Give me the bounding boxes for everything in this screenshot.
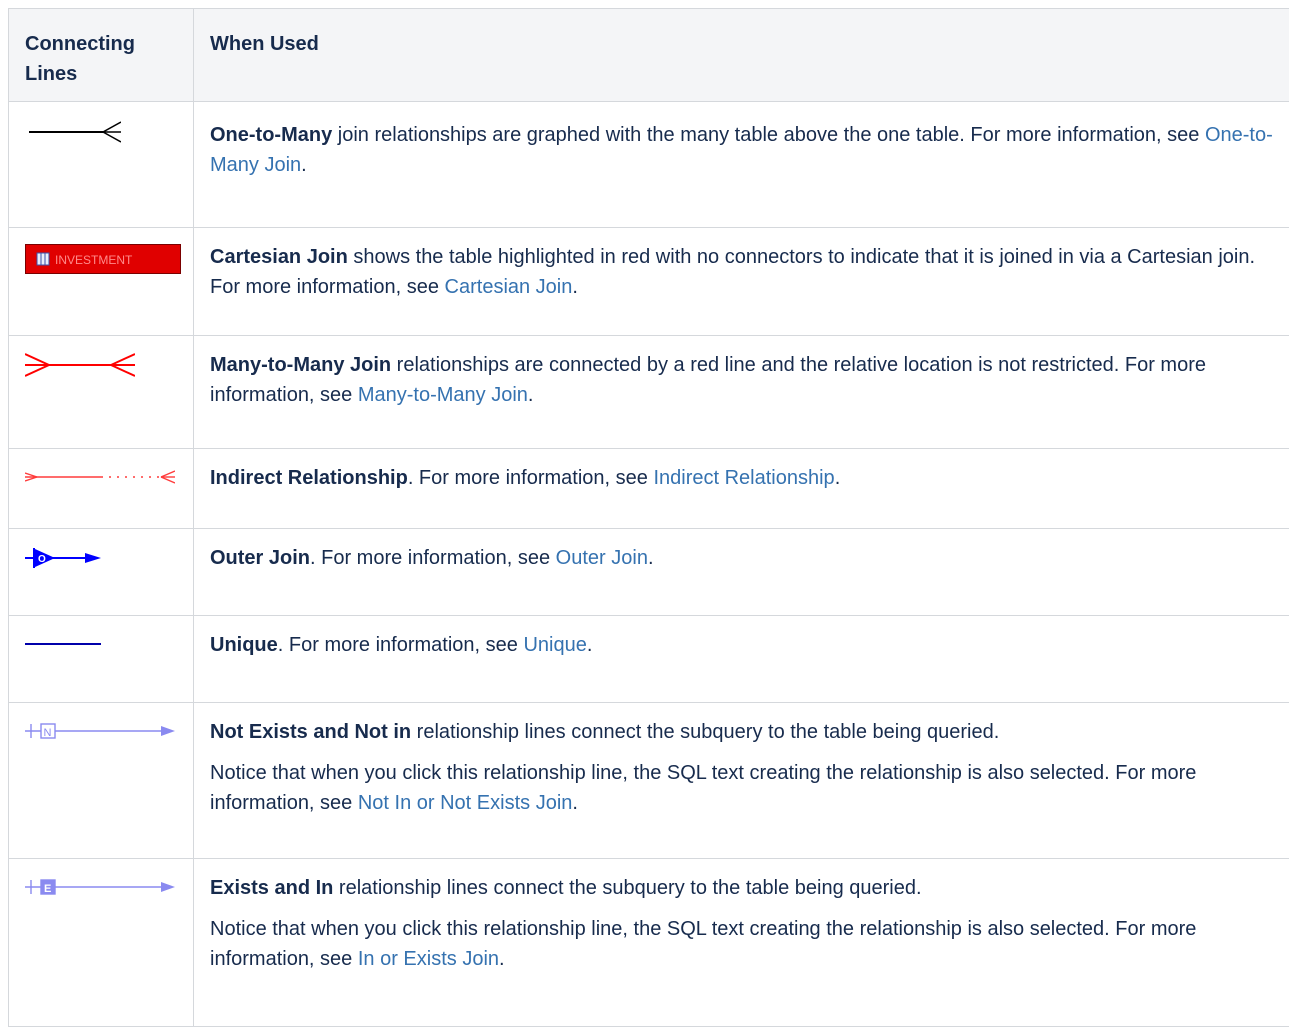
table-row: One-to-Many join relationships are graph… xyxy=(8,101,1289,228)
in-or-exists-join-link[interactable]: In or Exists Join xyxy=(358,948,499,970)
cartesian-join-link[interactable]: Cartesian Join xyxy=(445,276,573,298)
unique-icon xyxy=(25,643,101,645)
description-cell: Many-to-Many Join relationships are conn… xyxy=(193,335,1289,449)
sentence-end: . xyxy=(301,154,307,176)
exists-marker: E xyxy=(44,883,51,895)
sentence-end: . xyxy=(572,792,578,814)
one-to-many-icon xyxy=(29,121,121,143)
cartesian-join-icon: INVESTMENT xyxy=(25,244,181,274)
sentence-end: . xyxy=(499,948,505,970)
description-cell: Unique. For more information, see Unique… xyxy=(193,615,1289,703)
sentence-end: . xyxy=(647,547,654,569)
outer-join-icon: O xyxy=(25,548,101,568)
icon-cell: E xyxy=(8,858,194,1027)
table-row: Many-to-Many Join relationships are conn… xyxy=(8,335,1289,449)
description-cell: Indirect Relationship. For more informat… xyxy=(193,448,1289,529)
sentence-end: . xyxy=(572,276,578,298)
icon-cell xyxy=(8,448,194,529)
header-when-used: When Used xyxy=(193,8,1289,102)
relationship-title: Unique xyxy=(210,634,278,656)
description: Many-to-Many Join relationships are conn… xyxy=(210,350,1279,410)
description-text: relationship lines connect the subquery … xyxy=(333,877,922,899)
table-row: Indirect Relationship. For more informat… xyxy=(8,448,1289,529)
description: One-to-Many join relationships are graph… xyxy=(210,120,1279,180)
sentence-end: . xyxy=(586,634,593,656)
many-to-many-icon xyxy=(25,353,135,377)
icon-cell xyxy=(8,101,194,228)
description-note: Notice that when you click this relation… xyxy=(210,914,1279,974)
cartesian-table-name: INVESTMENT xyxy=(55,253,133,267)
description-cell: One-to-Many join relationships are graph… xyxy=(193,101,1289,228)
relationship-title: Not Exists and Not in xyxy=(210,721,412,743)
description-note: Notice that when you click this relation… xyxy=(210,758,1279,818)
icon-cell xyxy=(8,335,194,449)
indirect-relationship-icon xyxy=(25,470,175,484)
description-cell: Exists and In relationship lines connect… xyxy=(193,858,1289,1027)
not-exists-icon: N xyxy=(25,723,175,739)
exists-icon: E xyxy=(25,879,175,895)
table-row: O Outer Join. For more information, see … xyxy=(8,528,1289,616)
icon-cell xyxy=(8,615,194,703)
table-row: E Exists and In relationship lines conne… xyxy=(8,858,1289,1027)
description-cell: Cartesian Join shows the table highlight… xyxy=(193,227,1289,336)
relationship-title: Exists and In xyxy=(210,877,334,899)
not-exists-marker: N xyxy=(44,727,52,739)
relationship-title: One-to-Many xyxy=(210,124,333,146)
description-text: . For more information, see xyxy=(310,547,556,569)
description: Indirect Relationship. For more informat… xyxy=(210,463,1279,493)
relationship-title: Indirect Relationship xyxy=(210,467,408,489)
description: Exists and In relationship lines connect… xyxy=(210,873,1279,903)
not-in-or-not-exists-join-link[interactable]: Not In or Not Exists Join xyxy=(358,792,573,814)
outer-join-link[interactable]: Outer Join xyxy=(556,547,648,569)
outer-join-marker: O xyxy=(38,554,46,565)
relationship-title: Many-to-Many Join xyxy=(210,354,392,376)
indirect-relationship-link[interactable]: Indirect Relationship xyxy=(653,467,834,489)
description: Cartesian Join shows the table highlight… xyxy=(210,242,1279,302)
icon-cell: INVESTMENT xyxy=(8,227,194,336)
description: Not Exists and Not in relationship lines… xyxy=(210,717,1279,747)
header-connecting-lines: Connecting Lines xyxy=(8,8,194,102)
description: Outer Join. For more information, see Ou… xyxy=(210,543,1279,573)
description-text: relationship lines connect the subquery … xyxy=(411,721,1000,743)
unique-link[interactable]: Unique xyxy=(523,634,586,656)
description-text: . For more information, see xyxy=(277,634,524,656)
description-text: . For more information, see xyxy=(407,467,654,489)
many-to-many-join-link[interactable]: Many-to-Many Join xyxy=(358,384,528,406)
description-cell: Outer Join. For more information, see Ou… xyxy=(193,528,1289,616)
description-text: shows the table highlighted in red with … xyxy=(210,246,1256,298)
icon-cell: O xyxy=(8,528,194,616)
relationship-title: Cartesian Join xyxy=(210,246,348,268)
relationship-title: Outer Join xyxy=(210,547,311,569)
sentence-end: . xyxy=(834,467,841,489)
table-row: INVESTMENT Cartesian Join shows the tabl… xyxy=(8,227,1289,336)
description-cell: Not Exists and Not in relationship lines… xyxy=(193,702,1289,859)
description: Unique. For more information, see Unique… xyxy=(210,630,1279,660)
connecting-lines-table: Connecting Lines When Used One-to-Many j… xyxy=(8,8,1289,1027)
sentence-end: . xyxy=(527,384,534,406)
icon-cell: N xyxy=(8,702,194,859)
table-row: N Not Exists and Not in relationship lin… xyxy=(8,702,1289,859)
description-text: join relationships are graphed with the … xyxy=(332,124,1205,146)
table-row: Unique. For more information, see Unique… xyxy=(8,615,1289,703)
table-header-row: Connecting Lines When Used xyxy=(8,8,1289,102)
